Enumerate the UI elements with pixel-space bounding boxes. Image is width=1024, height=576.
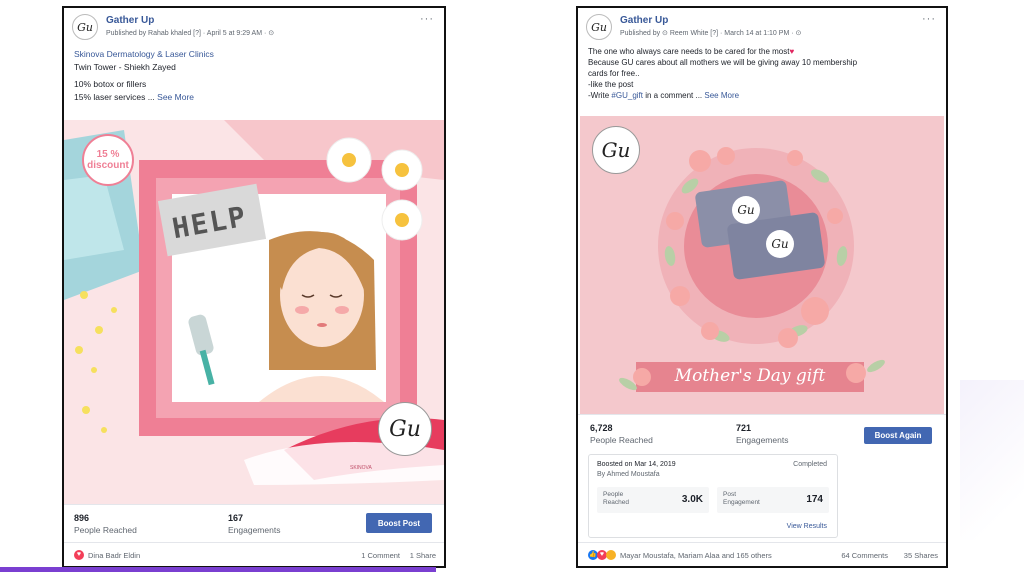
insights-row: 6,728 People Reached 721 Engagements Boo… <box>578 414 946 452</box>
post-line-3: cards for free.. <box>588 69 640 78</box>
membership-card-logo: Gu <box>732 196 760 224</box>
post-header: Gu Gather Up Published by ⊙ Reem White [… <box>586 13 938 43</box>
comments-count[interactable]: 64 Comments <box>841 551 888 560</box>
boost-status: Completed <box>793 461 827 468</box>
post-text: Skinova Dermatology & Laser Clinics Twin… <box>74 48 434 104</box>
post-location: Twin Tower - Shiekh Zayed <box>74 62 176 72</box>
people-reached-label: People Reached <box>74 525 137 535</box>
page-name-link[interactable]: Gather Up <box>620 15 668 26</box>
insights-row: 896 People Reached 167 Engagements Boost… <box>64 504 444 540</box>
shares-count[interactable]: 1 Share <box>410 551 436 560</box>
page-avatar[interactable]: Gu <box>72 14 98 40</box>
post-meta: Published by ⊙ Reem White [?] · March 14… <box>620 30 802 37</box>
heart-emoji-icon: ♥ <box>789 47 795 56</box>
see-more-link[interactable]: See More <box>704 91 739 100</box>
discount-badge: 15 % discount <box>82 134 134 186</box>
tile-value: 174 <box>806 494 823 505</box>
post-line-2: Because GU cares about all mothers we wi… <box>588 58 858 67</box>
boosted-date: Boosted on Mar 14, 2019 <box>597 461 676 468</box>
more-options-icon[interactable]: ··· <box>922 13 936 25</box>
post-meta: Published by Rahab khaled [?] · April 5 … <box>106 30 275 37</box>
more-options-icon[interactable]: ··· <box>420 13 434 25</box>
post-image-help[interactable]: 15 % discount HELP Gu SKINOVA <box>64 120 444 504</box>
likers-summary[interactable]: Mayar Moustafa, Mariam Alaa and 165 othe… <box>620 551 772 560</box>
watermark-shape <box>960 380 1024 540</box>
engagements-count: 167 <box>228 513 244 523</box>
page-avatar[interactable]: Gu <box>586 14 612 40</box>
people-reached-count: 6,728 <box>590 423 613 433</box>
gu-logo-badge: Gu <box>378 402 432 456</box>
post-header: Gu Gather Up Published by Rahab khaled [… <box>72 13 436 43</box>
post-card-mothers-day: Gu Gather Up Published by ⊙ Reem White [… <box>576 6 948 568</box>
liker-name[interactable]: Dina Badr Eldin <box>88 551 140 560</box>
membership-card-logo-2: Gu <box>766 230 794 258</box>
post-text: The one who always care needs to be care… <box>588 46 936 101</box>
boost-post-button[interactable]: Boost Post <box>366 513 432 533</box>
hashtag-link[interactable]: #GU_gift <box>611 91 643 100</box>
love-reaction-icon[interactable]: ♥ <box>74 550 84 560</box>
reactions-row: 👍 ♥ Mayar Moustafa, Mariam Alaa and 165 … <box>578 542 946 566</box>
skinova-mark: SKINOVA <box>350 465 372 471</box>
post-line-1: 10% botox or fillers <box>74 79 147 89</box>
see-more-link[interactable]: See More <box>157 92 194 102</box>
mothers-day-banner-text: Mother's Day gift <box>674 366 826 386</box>
post-card-skinova: Gu Gather Up Published by Rahab khaled [… <box>62 6 446 568</box>
boosted-summary-box: Boosted on Mar 14, 2019 By Ahmed Moustaf… <box>588 454 838 538</box>
boosted-by: By Ahmed Moustafa <box>597 471 660 478</box>
boost-again-button[interactable]: Boost Again <box>864 427 932 444</box>
post-image-mothers-day[interactable]: Gu Gu Gu Mother's Day gift <box>580 116 944 414</box>
people-reached-tile: People Reached 3.0K <box>597 487 709 513</box>
post-line-1: The one who always care needs to be care… <box>588 47 795 56</box>
people-reached-label: People Reached <box>590 435 653 445</box>
engagements-label: Engagements <box>228 525 281 535</box>
engagements-label: Engagements <box>736 435 789 445</box>
gu-logo-badge: Gu <box>592 126 640 174</box>
reactions-row: ♥ Dina Badr Eldin 1 Comment 1 Share <box>64 542 444 566</box>
comments-count[interactable]: 1 Comment <box>361 551 400 560</box>
post-line-2: 15% laser services ... See More <box>74 92 195 102</box>
engagements-count: 721 <box>736 423 752 433</box>
tile-label: People Reached <box>603 491 630 506</box>
post-line-4: -like the post <box>588 80 634 89</box>
people-reached-count: 896 <box>74 513 90 523</box>
post-line-5: -Write #GU_gift in a comment ... See Mor… <box>588 91 740 100</box>
view-results-link[interactable]: View Results <box>787 523 827 530</box>
wow-reaction-icon[interactable] <box>606 550 616 560</box>
tile-value: 3.0K <box>681 494 703 505</box>
tile-label: Post Engagement <box>723 491 760 506</box>
post-engagement-tile: Post Engagement 174 <box>717 487 829 513</box>
page-name-link[interactable]: Gather Up <box>106 15 154 26</box>
clinic-link[interactable]: Skinova Dermatology & Laser Clinics <box>74 48 434 61</box>
shares-count[interactable]: 35 Shares <box>904 551 938 560</box>
accent-bar <box>0 567 436 572</box>
